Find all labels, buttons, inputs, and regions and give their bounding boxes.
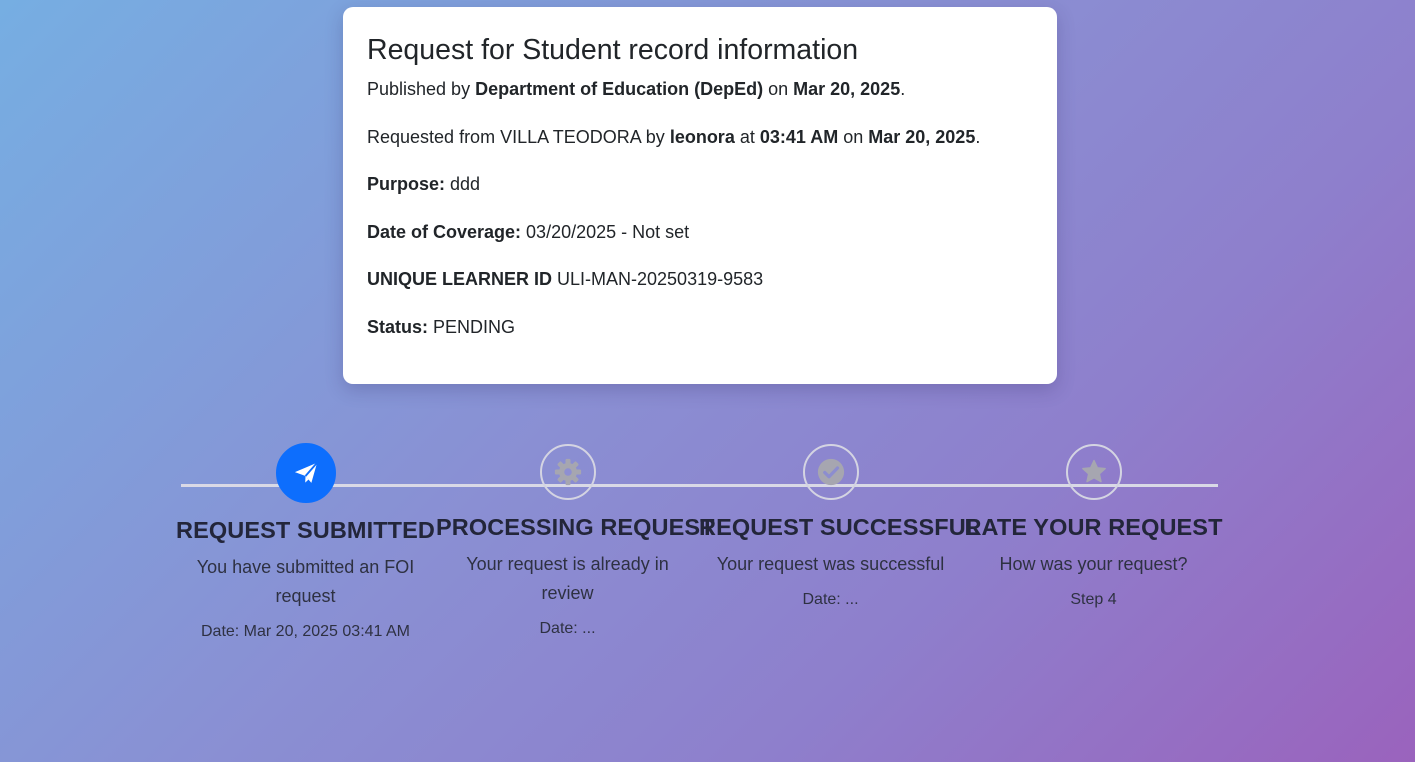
step-date: Date: ... (802, 591, 859, 608)
step-title: PROCESSING REQUEST (436, 514, 715, 540)
step-description: Your request is already in review (466, 554, 669, 603)
request-title: Request for Student record information (367, 34, 859, 66)
step-description: You have submitted an FOI request (196, 557, 415, 606)
step-title: REQUEST SUBMITTED (176, 517, 435, 543)
requested-end: . (975, 126, 981, 147)
published-prefix: Published by (367, 79, 476, 99)
status-label: Status: (367, 316, 429, 337)
requested-line: Requested from VILLA TEODORA by leonora … (367, 123, 1033, 152)
step-date: Date: ... (539, 620, 596, 637)
learner-id-line: UNIQUE LEARNER ID ULI-MAN-20250319-9583 (367, 265, 1033, 294)
step-circle (539, 444, 596, 500)
gear-icon (553, 457, 583, 487)
star-icon (1080, 458, 1108, 486)
coverage-label: Date of Coverage: (367, 221, 522, 242)
purpose-value: ddd (445, 174, 481, 194)
step-circle (1065, 444, 1122, 500)
step-request-submitted: REQUEST SUBMITTED You have submitted an … (174, 443, 437, 641)
status-line: Status: PENDING (367, 313, 1033, 342)
step-circle-active (275, 443, 336, 503)
step-description: Your request was successful (716, 554, 945, 574)
coverage-line: Date of Coverage: 03/20/2025 - Not set (367, 218, 1033, 247)
step-rate-your-request: RATE YOUR REQUEST How was your request? … (962, 444, 1225, 609)
status-value: PENDING (428, 316, 516, 337)
requested-at: at (734, 126, 760, 147)
step-title: REQUEST SUCCESSFUL (699, 514, 981, 540)
requested-time: 03:41 AM (759, 126, 839, 147)
check-circle-icon (816, 457, 846, 487)
published-line: Published by Department of Education (De… (367, 75, 1033, 104)
published-on: on (763, 79, 794, 99)
requester-name: leonora (669, 126, 735, 147)
step-description: How was your request? (999, 554, 1188, 574)
step-circle (802, 444, 859, 500)
learner-id-value: ULI-MAN-20250319-9583 (552, 269, 764, 289)
step-request-successful: REQUEST SUCCESSFUL Your request was succ… (699, 444, 981, 609)
coverage-value: 03/20/2025 - Not set (521, 221, 690, 242)
step-processing-request: PROCESSING REQUEST Your request is alrea… (436, 444, 715, 638)
request-card: Request for Student record information P… (343, 7, 1057, 384)
progress-timeline: REQUEST SUBMITTED You have submitted an … (176, 443, 1222, 704)
requested-on: on (838, 126, 869, 147)
step-title: RATE YOUR REQUEST (964, 514, 1223, 540)
publisher-name: Department of Education (DepEd) (475, 79, 764, 99)
published-date: Mar 20, 2025 (793, 79, 901, 99)
published-end: . (900, 79, 906, 99)
step-label: Step 4 (1070, 591, 1117, 608)
step-date: Date: Mar 20, 2025 03:41 AM (200, 623, 410, 640)
purpose-label: Purpose: (367, 174, 446, 194)
learner-id-label: UNIQUE LEARNER ID (367, 269, 553, 289)
requested-prefix: Requested from VILLA TEODORA by (367, 126, 670, 147)
purpose-line: Purpose: ddd (367, 170, 1033, 199)
paper-plane-icon (292, 459, 320, 487)
requested-date: Mar 20, 2025 (868, 126, 976, 147)
